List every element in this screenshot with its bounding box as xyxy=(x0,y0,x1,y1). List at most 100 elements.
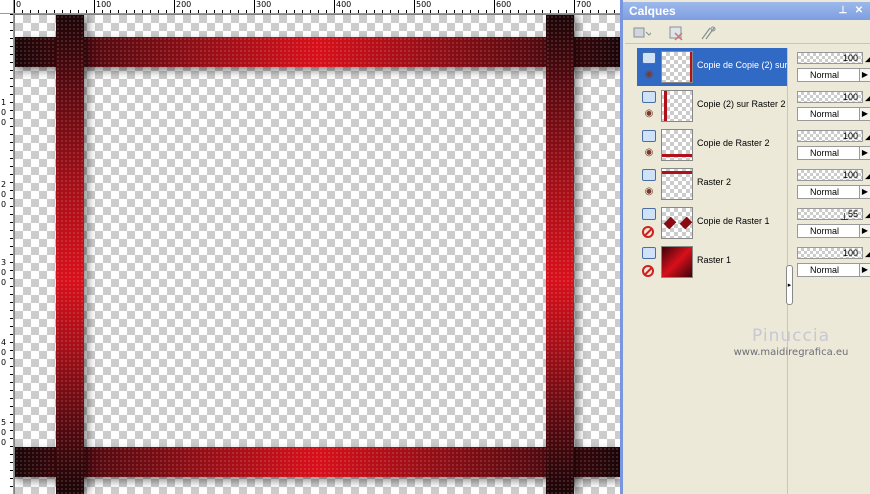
layer-type-icon[interactable] xyxy=(642,247,656,259)
thumbnail-mark xyxy=(664,91,667,121)
ruler-tick xyxy=(30,10,31,13)
layer-type-icon[interactable] xyxy=(642,52,656,64)
slider-arrow-icon[interactable]: ◢ xyxy=(865,52,870,64)
layer-row[interactable]: ◉ Copie (2) sur Raster 2 xyxy=(637,87,787,126)
slider-arrow-icon[interactable]: ◢ xyxy=(865,247,870,259)
frame-top-bar xyxy=(15,37,620,67)
ruler-tick xyxy=(70,10,71,13)
blend-mode-select[interactable]: Normal xyxy=(797,185,863,199)
eye-icon[interactable]: ◉ xyxy=(642,70,656,80)
ruler-tick xyxy=(10,38,13,39)
blend-mode-select[interactable]: Normal xyxy=(797,146,863,160)
ruler-tick xyxy=(10,262,13,263)
hidden-eye-icon[interactable] xyxy=(642,226,654,238)
blend-mode-select[interactable]: Normal xyxy=(797,68,863,82)
ruler-tick xyxy=(606,10,607,13)
eye-icon[interactable]: ◉ xyxy=(642,109,656,119)
ruler-tick xyxy=(10,22,13,23)
blend-mode-select[interactable]: Normal xyxy=(797,263,863,277)
blend-mode-select[interactable]: Normal xyxy=(797,224,863,238)
layer-row[interactable]: ◉ Copie de Copie (2) sur xyxy=(637,48,788,87)
ruler-tick xyxy=(10,270,13,271)
ruler-tick xyxy=(590,10,591,13)
new-layer-icon[interactable] xyxy=(629,24,653,42)
ruler-tick xyxy=(110,10,111,13)
opacity-slider[interactable]: 100 xyxy=(797,247,863,259)
ruler-tick xyxy=(10,478,13,479)
ruler-tick xyxy=(318,10,319,13)
pin-icon[interactable]: ⊥ xyxy=(837,5,849,17)
opacity-slider[interactable]: 100 xyxy=(797,52,863,64)
blend-mode-select[interactable]: Normal xyxy=(797,107,863,121)
blend-dropdown-arrow-icon[interactable]: ▶ xyxy=(859,68,870,82)
ruler-tick xyxy=(206,10,207,13)
slider-arrow-icon[interactable]: ◢ xyxy=(865,91,870,103)
opacity-slider[interactable]: 100 xyxy=(797,130,863,142)
ruler-tick xyxy=(326,10,327,13)
ruler-tick xyxy=(454,10,455,13)
ruler-tick xyxy=(10,382,13,383)
eye-icon[interactable]: ◉ xyxy=(642,187,656,197)
ruler-tick xyxy=(10,134,13,135)
ruler-tick xyxy=(510,10,511,13)
layer-properties-row: 100 ◢ Normal ▶ xyxy=(797,167,870,203)
layer-row[interactable]: ◉ Raster 2 xyxy=(637,165,787,204)
ruler-tick xyxy=(550,10,551,13)
blend-dropdown-arrow-icon[interactable]: ▶ xyxy=(859,185,870,199)
canvas-area[interactable]: 0 100 200 300 400 500 600 700 100200300400500 xyxy=(0,0,620,494)
frame-bottom-bar xyxy=(15,447,620,477)
ruler-tick xyxy=(230,10,231,13)
ruler-tick xyxy=(10,422,13,423)
slider-arrow-icon[interactable]: ◢ xyxy=(865,208,870,220)
ruler-top-label: 400 xyxy=(336,0,352,9)
ruler-corner xyxy=(0,0,14,14)
opacity-slider[interactable]: 100 xyxy=(797,91,863,103)
slider-arrow-icon[interactable]: ◢ xyxy=(865,169,870,181)
ruler-tick xyxy=(10,54,13,55)
ruler-tick xyxy=(582,10,583,13)
layer-thumbnail xyxy=(661,246,693,278)
slider-arrow-icon[interactable]: ◢ xyxy=(865,130,870,142)
blend-dropdown-arrow-icon[interactable]: ▶ xyxy=(859,107,870,121)
ruler-top: 0 100 200 300 400 500 600 700 xyxy=(14,0,620,14)
layer-type-icon[interactable] xyxy=(642,130,656,142)
blend-dropdown-arrow-icon[interactable]: ▶ xyxy=(859,263,870,277)
hidden-eye-icon[interactable] xyxy=(642,265,654,277)
mask-icon[interactable] xyxy=(697,24,719,42)
ruler-tick xyxy=(10,358,13,359)
ruler-tick xyxy=(10,30,13,31)
divider-handle[interactable]: ▸ xyxy=(786,265,793,305)
layers-panel: Calques ⊥ ✕ ◉ Copie de Copie (2) sur ◉ Copi… xyxy=(620,0,870,494)
delete-layer-icon[interactable] xyxy=(665,24,687,42)
layer-type-icon[interactable] xyxy=(642,169,656,181)
thumbnail-mark xyxy=(663,216,677,230)
opacity-slider[interactable]: 100 xyxy=(797,169,863,181)
close-icon[interactable]: ✕ xyxy=(853,5,865,17)
layer-row[interactable]: Copie de Raster 1 xyxy=(637,204,787,243)
blend-dropdown-arrow-icon[interactable]: ▶ xyxy=(859,146,870,160)
ruler-tick xyxy=(414,0,415,13)
ruler-tick xyxy=(526,10,527,13)
eye-icon[interactable]: ◉ xyxy=(642,148,656,158)
layer-type-icon[interactable] xyxy=(642,91,656,103)
opacity-slider[interactable]: 55 ⊥ xyxy=(797,208,863,223)
layer-name: Raster 1 xyxy=(697,255,732,265)
layer-row[interactable]: Raster 1 xyxy=(637,243,787,282)
layer-properties-row: 100 ◢ Normal ▶ xyxy=(797,89,870,125)
ruler-tick xyxy=(390,10,391,13)
ruler-top-label: 200 xyxy=(176,0,192,9)
ruler-tick xyxy=(246,10,247,13)
panel-title-bar[interactable]: Calques ⊥ ✕ xyxy=(623,2,870,20)
ruler-tick xyxy=(142,10,143,13)
ruler-tick xyxy=(10,158,13,159)
ruler-left-label: 3 xyxy=(1,258,7,267)
ruler-tick xyxy=(10,398,13,399)
ruler-tick xyxy=(10,46,13,47)
ruler-left-label: 1 xyxy=(1,98,7,107)
layer-row[interactable]: ◉ Copie de Raster 2 xyxy=(637,126,787,165)
image-document[interactable] xyxy=(15,15,620,494)
layer-type-icon[interactable] xyxy=(642,208,656,220)
ruler-tick xyxy=(406,10,407,13)
blend-dropdown-arrow-icon[interactable]: ▶ xyxy=(859,224,870,238)
ruler-tick xyxy=(310,10,311,13)
